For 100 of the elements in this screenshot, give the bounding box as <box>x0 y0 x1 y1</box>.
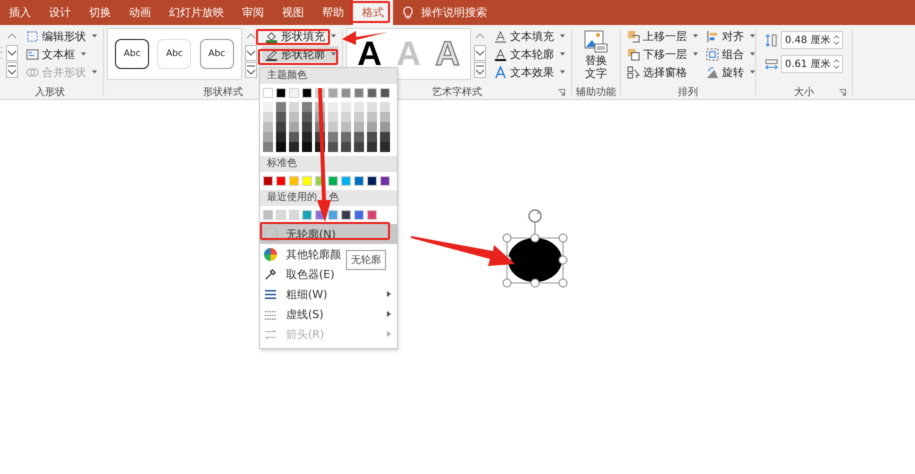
color-swatch[interactable] <box>367 142 377 152</box>
color-swatch[interactable] <box>263 210 273 220</box>
color-swatch[interactable] <box>341 142 351 152</box>
style-preset[interactable]: Abc <box>157 39 192 69</box>
color-swatch[interactable] <box>341 132 351 142</box>
scroll-down-button[interactable] <box>6 45 18 61</box>
color-swatch[interactable] <box>380 176 390 186</box>
color-swatch[interactable] <box>302 112 312 122</box>
color-swatch[interactable] <box>341 102 351 112</box>
color-swatch[interactable] <box>367 112 377 122</box>
color-swatch[interactable] <box>302 88 312 98</box>
color-swatch[interactable] <box>328 88 338 98</box>
color-swatch[interactable] <box>328 112 338 122</box>
color-swatch[interactable] <box>341 122 351 132</box>
color-swatch[interactable] <box>341 112 351 122</box>
color-swatch[interactable] <box>276 132 286 142</box>
alt-text-button[interactable]: 替换 文字 <box>582 28 610 82</box>
color-swatch[interactable] <box>328 132 338 142</box>
style-preset[interactable]: Abc <box>200 39 234 69</box>
color-swatch[interactable] <box>341 88 351 98</box>
color-swatch[interactable] <box>263 142 273 152</box>
ribbon-tab[interactable]: 审阅 <box>233 0 273 25</box>
ribbon-tab[interactable]: 帮助 <box>313 0 353 25</box>
color-swatch[interactable] <box>367 176 377 186</box>
ribbon-command[interactable]: 文本轮廓 <box>491 46 568 62</box>
spinner-arrows-icon[interactable] <box>834 35 839 45</box>
color-swatch[interactable] <box>289 142 299 152</box>
color-swatch[interactable] <box>354 122 364 132</box>
color-swatch[interactable] <box>276 102 286 112</box>
dialog-launcher-icon[interactable] <box>558 89 565 96</box>
ribbon-tab[interactable]: 幻灯片放映 <box>160 0 233 25</box>
color-swatch[interactable] <box>380 88 390 98</box>
color-swatch[interactable] <box>380 122 390 132</box>
menu-item[interactable]: 其他轮廓颜 <box>260 244 347 264</box>
wordart-preset[interactable]: A <box>357 37 382 71</box>
color-swatch[interactable] <box>263 112 273 122</box>
ribbon-command[interactable]: 旋转 <box>703 64 758 80</box>
ribbon-command[interactable]: 对齐 <box>703 28 758 44</box>
color-swatch[interactable] <box>263 102 273 112</box>
color-swatch[interactable] <box>302 210 312 220</box>
color-swatch[interactable] <box>367 88 377 98</box>
color-swatch[interactable] <box>276 210 286 220</box>
color-swatch[interactable] <box>289 112 299 122</box>
color-swatch[interactable] <box>328 210 338 220</box>
color-swatch[interactable] <box>354 112 364 122</box>
ribbon-command[interactable]: 选择窗格 <box>624 64 701 80</box>
menu-item[interactable]: 粗细(W) <box>260 284 397 304</box>
color-swatch[interactable] <box>302 142 312 152</box>
color-swatch[interactable] <box>354 102 364 112</box>
color-swatch[interactable] <box>263 176 273 186</box>
color-swatch[interactable] <box>276 142 286 152</box>
style-preset[interactable]: Abc <box>115 39 150 69</box>
color-swatch[interactable] <box>276 176 286 186</box>
color-swatch[interactable] <box>328 142 338 152</box>
ribbon-command[interactable]: 编辑形状 <box>23 28 100 44</box>
color-swatch[interactable] <box>328 176 338 186</box>
color-swatch[interactable] <box>354 132 364 142</box>
color-swatch[interactable] <box>367 102 377 112</box>
ribbon-tab[interactable]: 插入 <box>0 0 40 25</box>
color-swatch[interactable] <box>276 122 286 132</box>
ribbon-command[interactable]: 文本框 <box>23 46 100 62</box>
ribbon-command[interactable]: 组合 <box>703 46 758 62</box>
color-swatch[interactable] <box>289 122 299 132</box>
ribbon-tab[interactable]: 视图 <box>273 0 313 25</box>
color-swatch[interactable] <box>328 122 338 132</box>
color-swatch[interactable] <box>263 88 273 98</box>
color-swatch[interactable] <box>367 122 377 132</box>
search-label[interactable]: 操作说明搜索 <box>421 5 487 20</box>
color-swatch[interactable] <box>289 176 299 186</box>
color-swatch[interactable] <box>341 210 351 220</box>
menu-item[interactable]: 虚线(S) <box>260 304 397 324</box>
dialog-launcher-icon[interactable] <box>839 89 846 96</box>
ribbon-tab[interactable]: 切换 <box>80 0 120 25</box>
spinner-arrows-icon[interactable] <box>834 59 839 69</box>
more-button[interactable] <box>474 62 486 78</box>
color-swatch[interactable] <box>354 176 364 186</box>
size-field[interactable]: 0.48 厘米 <box>781 31 843 49</box>
color-swatch[interactable] <box>354 142 364 152</box>
menu-item[interactable]: 取色器(E) <box>260 264 341 284</box>
ribbon-command[interactable]: 下移一层 <box>624 46 701 62</box>
color-swatch[interactable] <box>380 142 390 152</box>
color-swatch[interactable] <box>367 210 377 220</box>
scroll-down-button[interactable] <box>245 45 257 61</box>
color-swatch[interactable] <box>367 132 377 142</box>
size-field[interactable]: 0.61 厘米 <box>781 55 843 73</box>
ribbon-tab[interactable]: 设计 <box>40 0 80 25</box>
ribbon-command[interactable]: 文本效果 <box>491 64 568 80</box>
color-swatch[interactable] <box>302 132 312 142</box>
color-swatch[interactable] <box>354 88 364 98</box>
color-swatch[interactable] <box>263 132 273 142</box>
color-swatch[interactable] <box>276 112 286 122</box>
more-button[interactable] <box>6 62 18 78</box>
color-swatch[interactable] <box>276 88 286 98</box>
color-swatch[interactable] <box>341 176 351 186</box>
color-swatch[interactable] <box>263 122 273 132</box>
color-swatch[interactable] <box>380 132 390 142</box>
color-swatch[interactable] <box>380 102 390 112</box>
color-swatch[interactable] <box>302 102 312 112</box>
color-swatch[interactable] <box>354 210 364 220</box>
ribbon-command[interactable]: 上移一层 <box>624 28 701 44</box>
